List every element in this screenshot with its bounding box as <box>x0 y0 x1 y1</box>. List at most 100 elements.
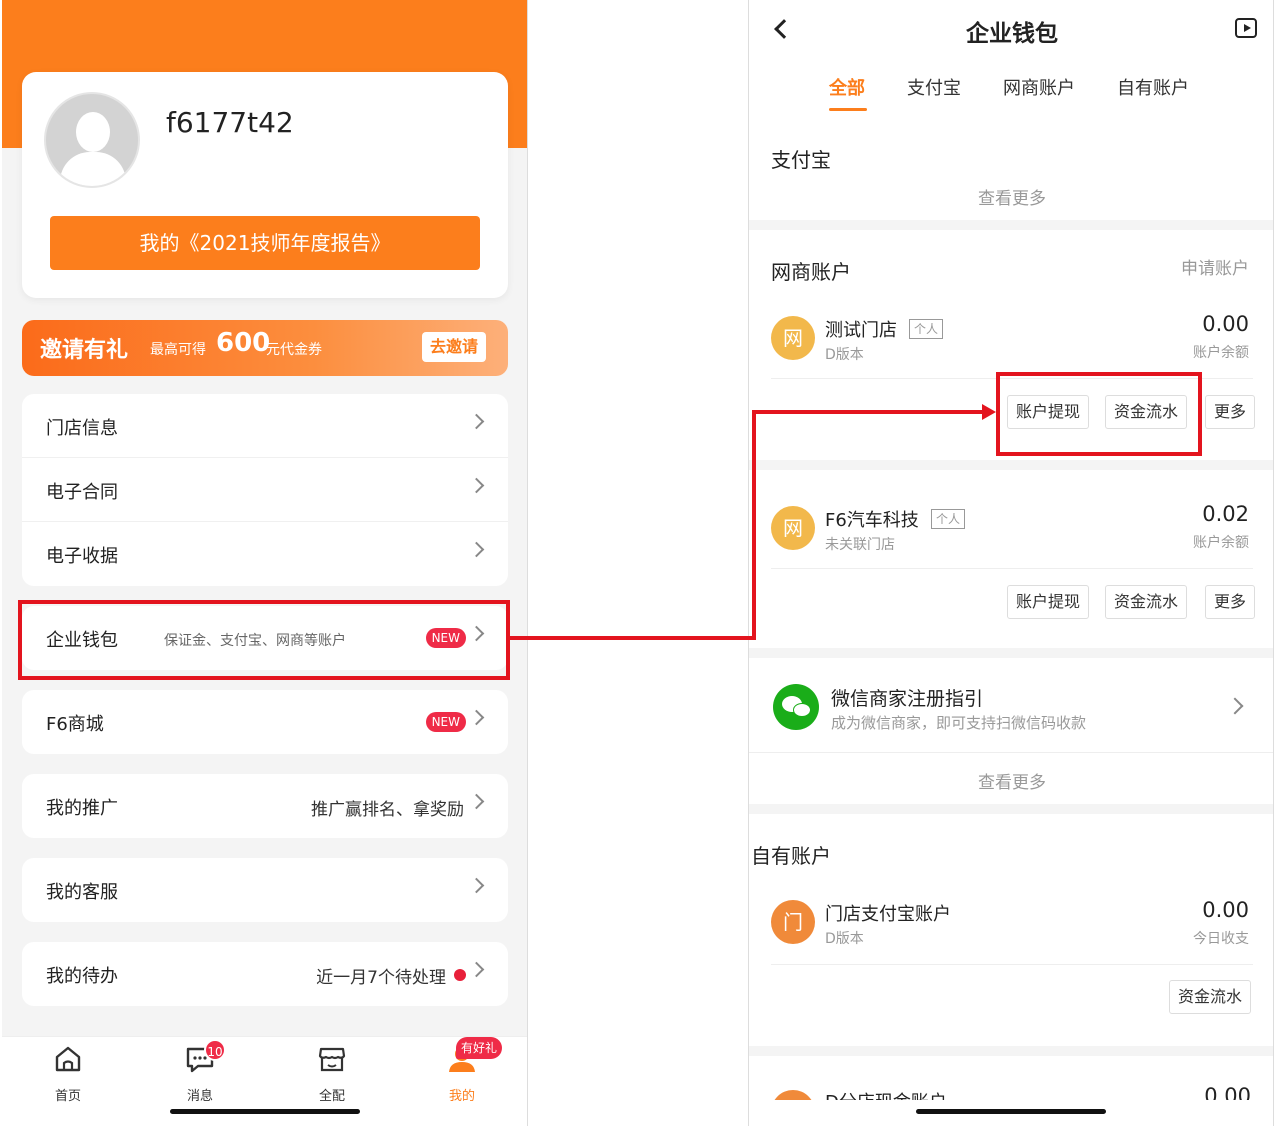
section-title-alipay: 支付宝 <box>771 148 831 172</box>
account-balance: 0.00 <box>1204 1086 1251 1100</box>
page-title: 企业钱包 <box>966 21 1058 47</box>
tab-label: 全配 <box>318 1089 345 1104</box>
menu-item-customer-service[interactable]: 我的客服 <box>22 858 508 922</box>
store-icon <box>318 1047 346 1072</box>
username: f6177t42 <box>166 106 294 139</box>
invite-title: 邀请有礼 <box>40 338 129 363</box>
apply-account-link[interactable]: 申请账户 <box>1181 254 1249 279</box>
account-sub: D版本 <box>825 347 864 363</box>
more-button[interactable]: 更多 <box>1205 585 1256 619</box>
account-balance-label: 今日收支 <box>1193 931 1249 947</box>
account-balance-label: 账户余额 <box>1193 345 1249 361</box>
account-type-tag: 个人 <box>909 319 944 339</box>
menu-item-f6-mall[interactable]: F6商城 NEW <box>22 690 508 754</box>
menu-label: 门店信息 <box>46 418 118 439</box>
invite-button[interactable]: 去邀请 <box>422 332 486 362</box>
menu-group-promotion: 我的推广 推广赢排名、拿奖励 <box>22 774 508 838</box>
invite-banner[interactable]: 邀请有礼 最高可得 600 元代金券 去邀请 <box>22 320 508 376</box>
menu-item-todo[interactable]: 我的待办 近一月7个待处理 <box>22 942 508 1006</box>
tab-message[interactable]: 10 消息 <box>160 1039 240 1104</box>
menu-label: 我的客服 <box>46 882 118 903</box>
section-divider <box>749 220 1273 230</box>
menu-item-e-contract[interactable]: 电子合同 <box>22 458 508 522</box>
tab-label: 我的 <box>448 1089 475 1104</box>
chevron-right-icon <box>468 961 485 978</box>
left-phone-screen: f6177t42 我的《2021技师年度报告》 邀请有礼 最高可得 600 元代… <box>2 0 528 1126</box>
menu-group-service: 我的客服 <box>22 858 508 922</box>
menu-group-mall: F6商城 NEW <box>22 690 508 754</box>
menu-label: F6商城 <box>46 714 104 735</box>
account-balance-label: 账户余额 <box>1193 535 1249 551</box>
chevron-right-icon <box>1226 697 1244 715</box>
account-sub: D版本 <box>825 931 864 947</box>
invite-sub: 最高可得 <box>150 342 206 358</box>
menu-label: 我的推广 <box>46 798 118 819</box>
chevron-right-icon <box>468 877 485 894</box>
account-name: 门店支付宝账户 <box>825 904 951 925</box>
menu-label: 我的待办 <box>46 966 118 987</box>
see-more-alipay[interactable]: 查看更多 <box>749 184 1273 209</box>
divider <box>771 568 1253 569</box>
active-tab-indicator <box>829 108 867 111</box>
withdraw-button[interactable]: 账户提现 <box>1007 585 1090 619</box>
section-divider <box>749 460 1273 470</box>
tab-label: 消息 <box>186 1089 213 1104</box>
chevron-right-icon <box>468 413 485 430</box>
wechat-bubble-shape <box>793 703 811 717</box>
account-balance: 0.02 <box>1202 502 1249 526</box>
menu-item-e-receipt[interactable]: 电子收据 <box>22 522 508 586</box>
menu-label: 电子合同 <box>46 482 118 503</box>
home-icon <box>55 1046 81 1072</box>
profile-card: f6177t42 我的《2021技师年度报告》 <box>22 72 508 298</box>
tab-home[interactable]: 首页 <box>28 1043 108 1104</box>
menu-label: 电子收据 <box>46 546 118 567</box>
invite-amount: 600 <box>216 328 271 358</box>
chevron-right-icon <box>468 477 485 494</box>
account-balance: 0.00 <box>1202 312 1249 336</box>
video-icon[interactable] <box>1235 18 1257 38</box>
home-indicator <box>170 1109 360 1114</box>
section-divider <box>749 804 1273 814</box>
section-divider <box>749 648 1273 658</box>
fund-flow-button[interactable]: 资金流水 <box>1169 980 1252 1014</box>
tab-wangshang[interactable]: 网商账户 <box>1003 74 1075 100</box>
wechat-guide-sub: 成为微信商家，即可支持扫微信码收款 <box>831 714 1087 732</box>
wechat-icon <box>773 684 819 730</box>
section-title-wangshang: 网商账户 <box>771 260 851 284</box>
more-button[interactable]: 更多 <box>1205 395 1256 429</box>
avatar-head-shape <box>76 112 110 152</box>
divider <box>749 752 1273 753</box>
right-phone-screen: 企业钱包 全部 支付宝 网商账户 自有账户 支付宝 查看更多 网商账户 申请账户… <box>748 0 1274 1126</box>
menu-desc: 推广赢排名、拿奖励 <box>311 800 464 820</box>
invite-unit: 元代金券 <box>266 342 322 358</box>
fund-flow-button[interactable]: 资金流水 <box>1105 585 1188 619</box>
avatar-body-shape <box>60 152 126 186</box>
annual-report-button[interactable]: 我的《2021技师年度报告》 <box>50 216 480 270</box>
account-tabs: 全部 支付宝 网商账户 自有账户 <box>749 74 1273 114</box>
wangshang-account-icon: 网 <box>771 506 815 550</box>
avatar[interactable] <box>44 92 140 188</box>
tab-parts[interactable]: 全配 <box>292 1043 372 1104</box>
see-more-wangshang[interactable]: 查看更多 <box>749 768 1273 793</box>
account-name: F6汽车科技 <box>825 510 919 531</box>
bottom-tab-bar: 首页 10 消息 全配 有好礼 我的 <box>2 1036 527 1126</box>
menu-desc: 近一月7个待处理 <box>316 968 446 988</box>
connector-line-h1 <box>508 636 756 640</box>
tab-mine[interactable]: 有好礼 我的 <box>422 1037 503 1104</box>
menu-group-todo: 我的待办 近一月7个待处理 <box>22 942 508 1006</box>
home-indicator <box>916 1109 1106 1114</box>
account-sub: 未关联门店 <box>825 537 895 553</box>
message-count-badge: 10 <box>204 1039 226 1061</box>
highlight-box-buttons <box>996 372 1202 456</box>
tab-alipay[interactable]: 支付宝 <box>907 74 961 100</box>
menu-item-store-info[interactable]: 门店信息 <box>22 394 508 458</box>
new-badge: NEW <box>425 712 466 732</box>
account-name: 测试门店 <box>825 320 897 341</box>
tab-all[interactable]: 全部 <box>829 74 865 100</box>
highlight-box-wallet <box>18 600 510 680</box>
menu-item-promotion[interactable]: 我的推广 推广赢排名、拿奖励 <box>22 774 508 838</box>
account-name: D分店现金账户 <box>825 1088 947 1100</box>
tab-own[interactable]: 自有账户 <box>1117 74 1189 100</box>
connector-line-h2 <box>752 410 984 414</box>
wechat-guide-title: 微信商家注册指引 <box>831 688 984 710</box>
